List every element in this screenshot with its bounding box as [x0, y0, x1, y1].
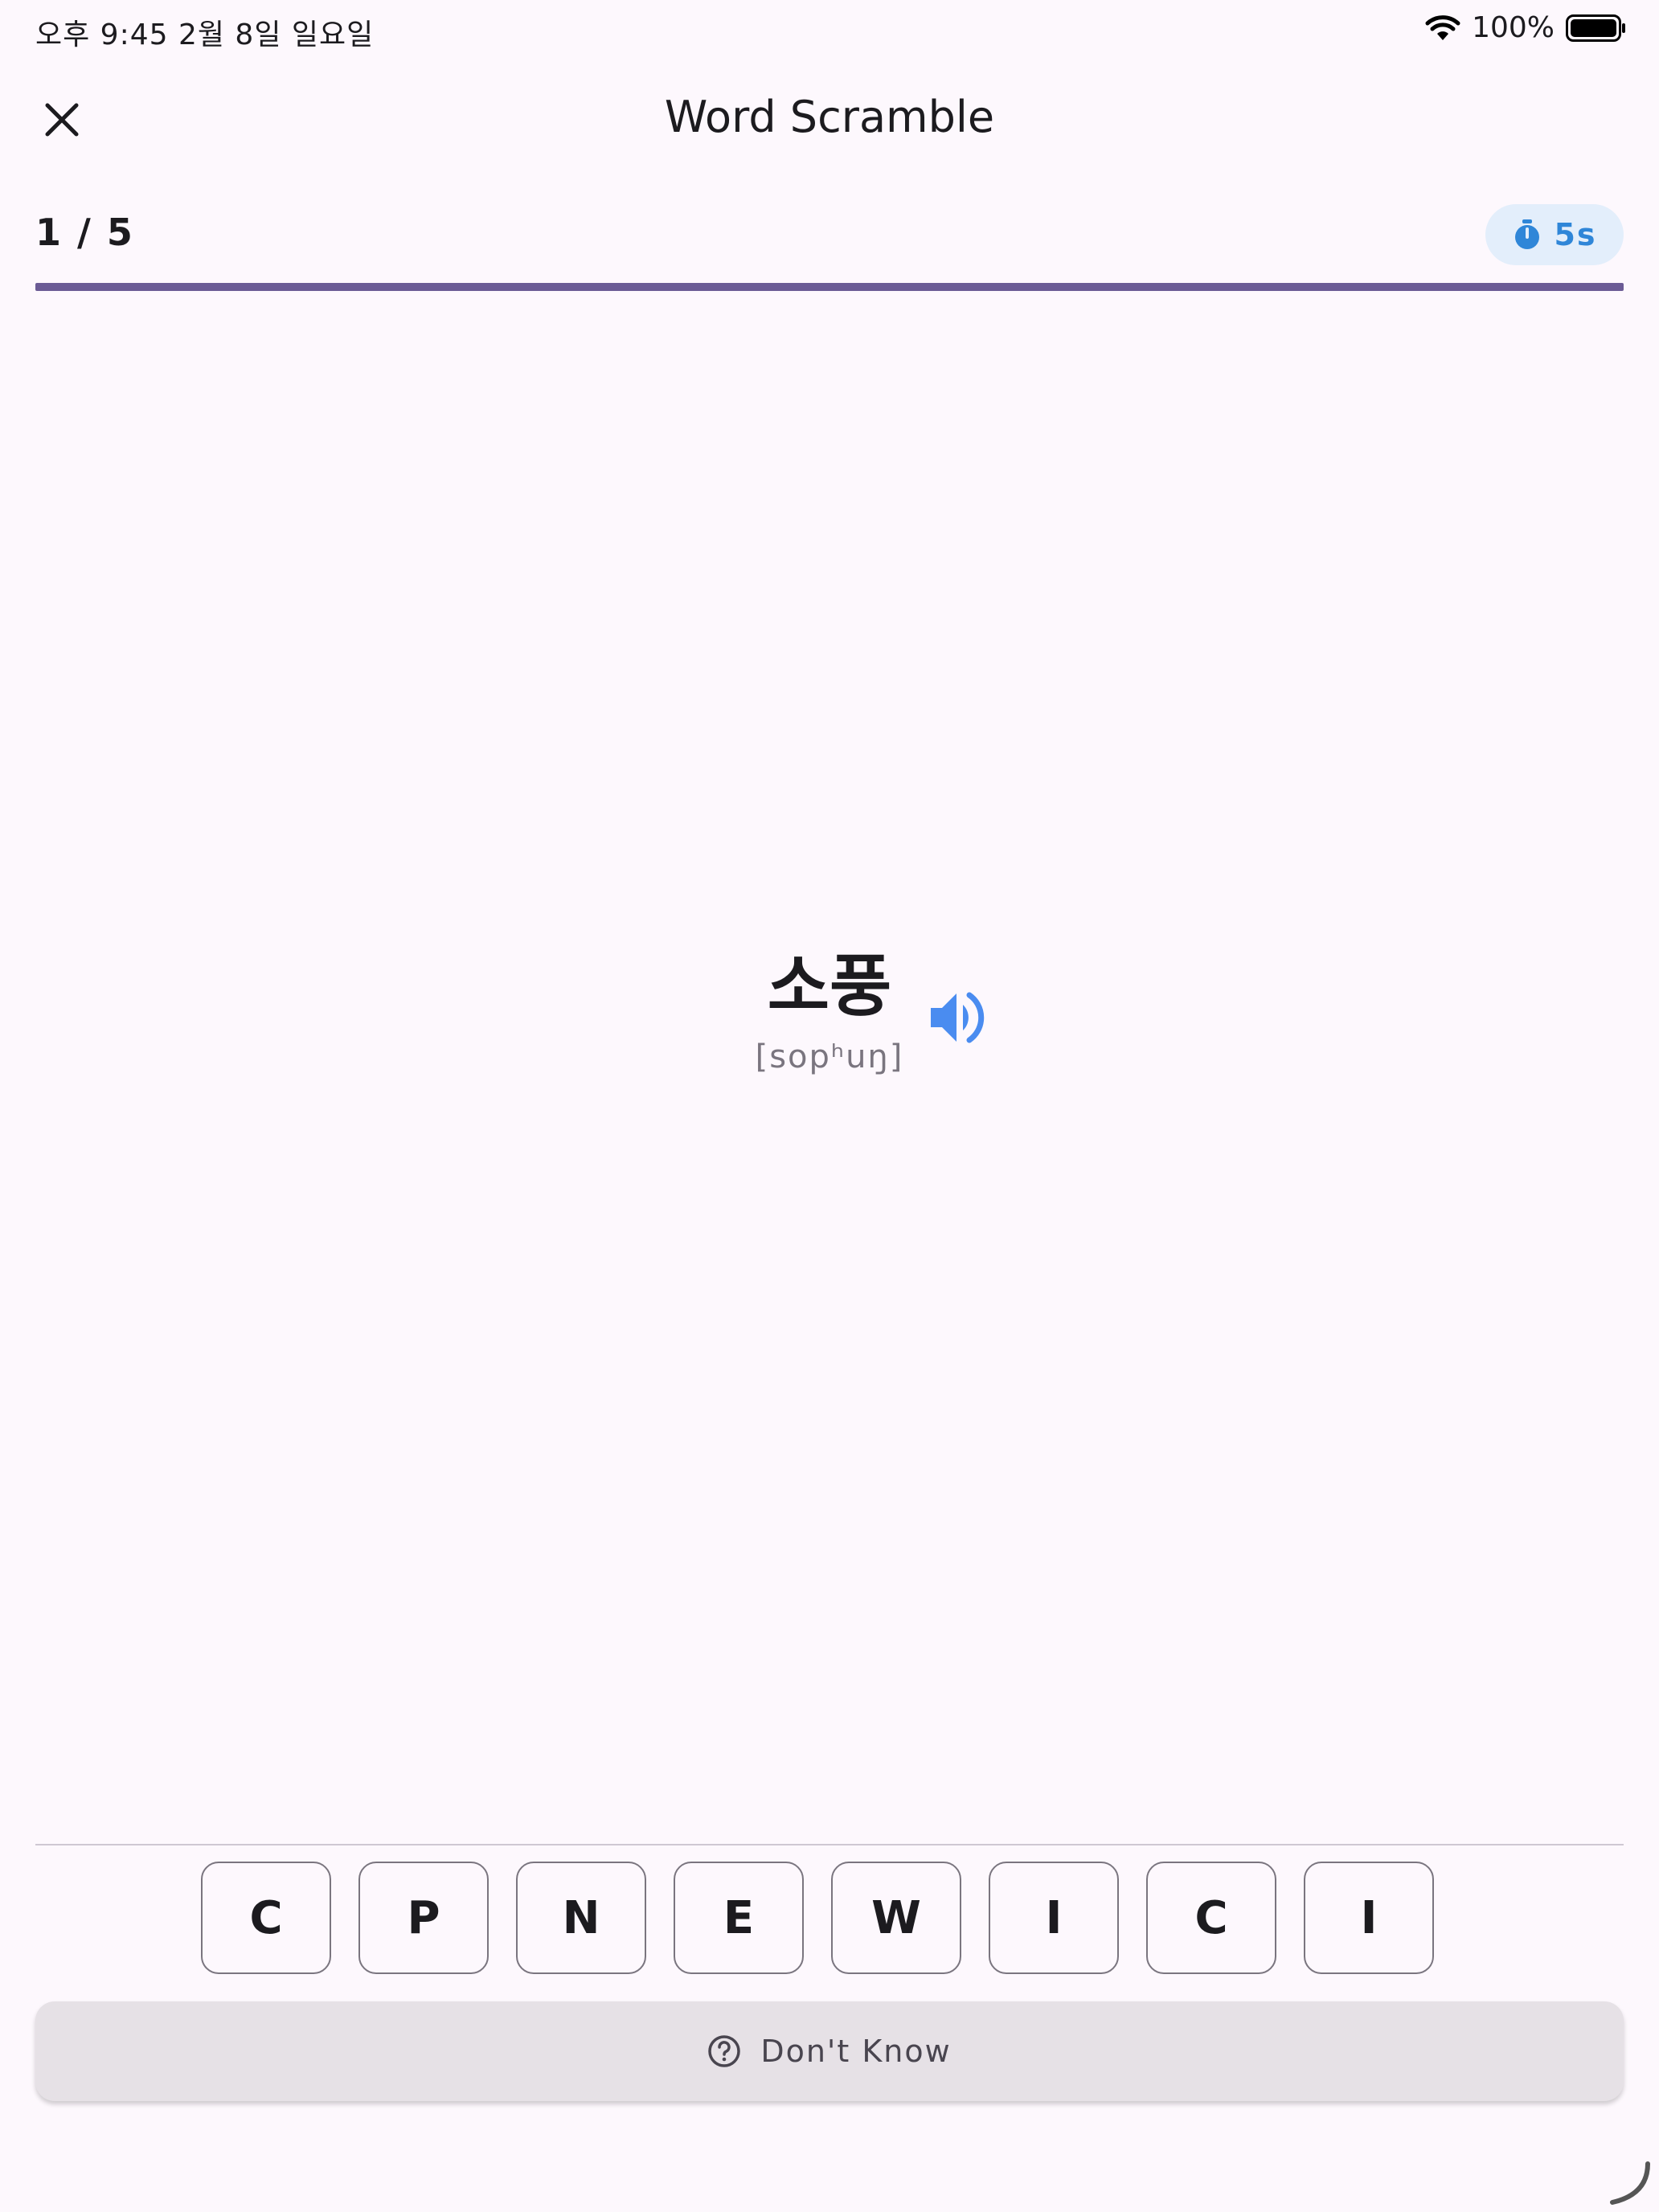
letter-tile[interactable]: E [674, 1862, 804, 1974]
progress-bar-fill [35, 283, 1624, 291]
battery-percentage: 100% [1472, 11, 1555, 44]
help-circle-icon [708, 2035, 741, 2067]
letter-tile[interactable]: C [1146, 1862, 1276, 1974]
word-card: 소풍 [sopʰuŋ] [0, 932, 1659, 1109]
status-indicators: 100% [1425, 11, 1627, 44]
letter-tile[interactable]: C [201, 1862, 331, 1974]
word-scramble-screen: 오후 9:45 2월 8일 일요일 100% Word Scramble 1 /… [0, 0, 1659, 2212]
status-time: 오후 9:45 2월 8일 일요일 [35, 18, 375, 51]
letter-tiles: C P N E W I C I [201, 1862, 1434, 1974]
letter-tile[interactable]: W [831, 1862, 961, 1974]
battery-icon [1566, 14, 1625, 42]
dont-know-button[interactable]: Don't Know [35, 2001, 1624, 2101]
letter-tile[interactable]: I [989, 1862, 1119, 1974]
progress-row: 1 / 5 5s [35, 201, 1624, 268]
page-title: Word Scramble [664, 92, 995, 142]
question-counter: 1 / 5 [35, 211, 134, 254]
letter-tile[interactable]: I [1304, 1862, 1434, 1974]
corner-gesture-indicator [1610, 2161, 1650, 2205]
stopwatch-icon [1515, 219, 1540, 249]
target-word: 소풍 [767, 947, 892, 1026]
progress-bar [35, 283, 1624, 291]
timer-text: 5s [1554, 217, 1597, 252]
letter-tile[interactable]: N [516, 1862, 646, 1974]
dont-know-label: Don't Know [760, 2034, 952, 2069]
wifi-icon [1425, 14, 1460, 40]
app-bar: Word Scramble [0, 77, 1659, 158]
phonetic-transcription: [sopʰuŋ] [755, 1038, 904, 1075]
timer-badge: 5s [1485, 204, 1624, 265]
status-bar: 오후 9:45 2월 8일 일요일 100% [0, 0, 1659, 61]
letter-tile[interactable]: P [358, 1862, 489, 1974]
divider [35, 1844, 1624, 1845]
